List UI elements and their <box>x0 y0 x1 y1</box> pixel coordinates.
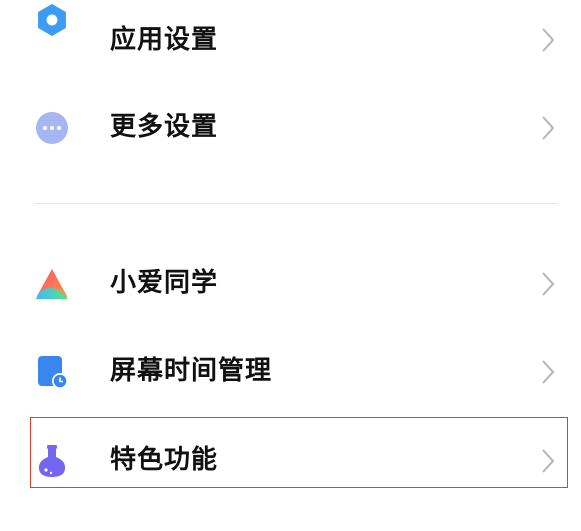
settings-item-label: 小爱同学 <box>110 268 219 298</box>
xiaoai-icon <box>36 269 68 299</box>
settings-item-label: 屏幕时间管理 <box>110 356 273 386</box>
chevron-right-icon <box>542 449 555 473</box>
section-divider <box>34 203 558 204</box>
settings-item-label: 更多设置 <box>110 112 219 142</box>
settings-item-xiaoai[interactable]: 小爱同学 <box>0 242 581 326</box>
chevron-right-icon <box>542 272 555 296</box>
settings-item-screen-time[interactable]: 屏幕时间管理 <box>0 330 581 414</box>
flask-icon <box>38 445 66 477</box>
settings-item-app-settings[interactable]: 应用设置 <box>0 0 581 84</box>
screen-time-icon <box>38 356 68 389</box>
settings-item-label: 应用设置 <box>110 25 219 55</box>
chevron-right-icon <box>542 360 555 384</box>
chevron-right-icon <box>542 116 555 140</box>
gear-icon <box>38 4 66 36</box>
more-dots-icon <box>36 112 68 144</box>
settings-item-more-settings[interactable]: 更多设置 <box>0 86 581 170</box>
settings-item-label: 特色功能 <box>110 445 219 475</box>
settings-item-special-features[interactable]: 特色功能 <box>0 419 581 503</box>
chevron-right-icon <box>542 28 555 52</box>
